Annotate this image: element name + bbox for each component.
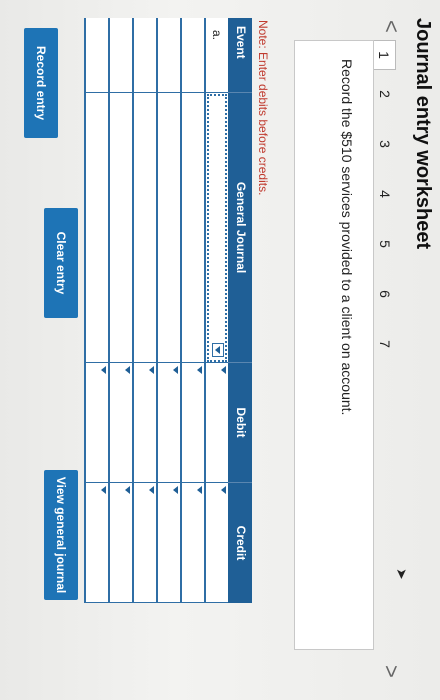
tab-7[interactable]: 7 — [374, 330, 396, 358]
tab-3[interactable]: 3 — [374, 130, 396, 158]
account-select[interactable] — [158, 93, 180, 363]
account-select[interactable] — [134, 93, 156, 363]
table-row — [132, 18, 156, 603]
event-cell — [134, 18, 156, 93]
event-cell — [182, 18, 204, 93]
debit-input[interactable] — [110, 363, 132, 483]
tab-1[interactable]: 1 — [373, 40, 396, 70]
tab-5[interactable]: 5 — [374, 230, 396, 258]
credit-input[interactable] — [182, 483, 204, 603]
credit-input[interactable] — [134, 483, 156, 603]
chevron-left-icon[interactable]: < — [378, 20, 404, 33]
credit-input[interactable] — [86, 483, 108, 603]
table-row — [156, 18, 180, 603]
debit-input[interactable] — [206, 363, 228, 483]
marker-icon — [173, 486, 178, 494]
tab-6[interactable]: 6 — [374, 280, 396, 308]
marker-icon — [125, 366, 130, 374]
chevron-right-icon[interactable]: > — [378, 665, 404, 678]
table-row — [108, 18, 132, 603]
question-text: Record the $510 services provided to a c… — [339, 59, 355, 416]
event-cell — [86, 18, 108, 93]
page-title: Journal entry worksheet — [412, 18, 434, 250]
debit-input[interactable] — [134, 363, 156, 483]
page-tabs: 1 2 3 4 5 6 7 — [373, 40, 396, 400]
marker-icon — [101, 486, 106, 494]
credit-input[interactable] — [110, 483, 132, 603]
tab-4[interactable]: 4 — [374, 180, 396, 208]
header-credit: Credit — [234, 525, 248, 561]
marker-icon — [149, 486, 154, 494]
marker-icon — [173, 366, 178, 374]
table-row: a. — [204, 18, 228, 603]
credit-input[interactable] — [158, 483, 180, 603]
view-general-journal-button[interactable]: View general journal — [44, 470, 78, 600]
table-row — [180, 18, 204, 603]
record-entry-button[interactable]: Record entry — [24, 28, 58, 138]
event-cell — [158, 18, 180, 93]
header-general-journal: General Journal — [228, 93, 252, 363]
account-select[interactable] — [86, 93, 108, 363]
header-event: Event — [228, 18, 252, 93]
marker-icon — [197, 486, 202, 494]
header-debit: Debit — [228, 363, 252, 483]
account-select[interactable] — [110, 93, 132, 363]
event-cell: a. — [206, 18, 228, 93]
account-select[interactable] — [182, 93, 204, 363]
marker-icon — [197, 366, 202, 374]
marker-icon — [221, 366, 226, 374]
marker-icon — [221, 486, 226, 494]
debit-input[interactable] — [182, 363, 204, 483]
marker-icon — [125, 486, 130, 494]
clear-entry-button[interactable]: Clear entry — [44, 208, 78, 318]
table-row — [84, 18, 108, 603]
marker-icon — [101, 366, 106, 374]
worksheet-panel: Journal entry worksheet < 1 2 3 4 5 6 7 … — [0, 0, 440, 700]
marker-icon — [149, 366, 154, 374]
account-select[interactable] — [206, 93, 228, 363]
table-header: Event General Journal Debit Credit — [228, 18, 252, 603]
debit-input[interactable] — [158, 363, 180, 483]
event-cell — [110, 18, 132, 93]
chevron-down-icon[interactable] — [212, 343, 224, 357]
tab-2[interactable]: 2 — [374, 80, 396, 108]
instruction-note: Note: Enter debits before credits. — [256, 20, 270, 196]
debit-input[interactable] — [86, 363, 108, 483]
mouse-cursor-icon: ➤ — [394, 568, 410, 580]
journal-table: Event General Journal Debit Credit a. — [84, 18, 252, 603]
credit-input[interactable] — [206, 483, 228, 603]
question-box: Record the $510 services provided to a c… — [294, 40, 374, 650]
